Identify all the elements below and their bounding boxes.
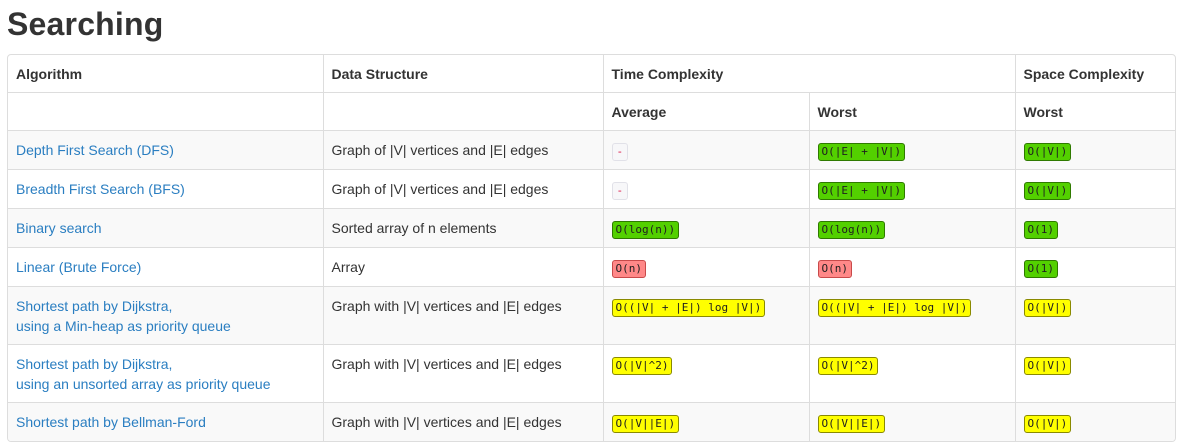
complexity-badge: -: [611, 143, 629, 161]
complexity-badge: -: [611, 182, 629, 200]
algorithm-name-line1: Breadth First Search (BFS): [16, 181, 185, 197]
space-worst-cell: O(1): [1015, 247, 1175, 287]
complexity-badge: O(|V|): [1023, 415, 1072, 433]
header-space-worst: Worst: [1015, 92, 1175, 131]
header-time-complexity: Time Complexity: [603, 55, 1016, 93]
complexity-badge: O(|V|): [1023, 182, 1072, 200]
space-worst-cell: O(1): [1015, 208, 1175, 248]
space-worst-cell: O(|V|): [1015, 344, 1175, 403]
algorithm-cell: Shortest path by Bellman-Ford: [8, 402, 324, 441]
data-structure-cell: Array: [323, 247, 604, 287]
time-average-cell: O(n): [603, 247, 810, 287]
table-body: Depth First Search (DFS) Graph of |V| ver…: [8, 130, 1175, 441]
complexity-badge: O(n): [817, 260, 852, 278]
time-worst-cell: O(|V|^2): [809, 344, 1016, 403]
header-space-complexity: Space Complexity: [1023, 66, 1145, 82]
table-row: Shortest path by Bellman-Ford Graph with …: [8, 402, 1175, 441]
data-structure-cell: Graph with |V| vertices and |E| edges: [323, 402, 604, 441]
time-average-cell: -: [603, 169, 810, 209]
complexity-badge: O(|V|): [1023, 299, 1072, 317]
complexity-badge: O(|V|): [1023, 357, 1072, 375]
algorithm-link[interactable]: Depth First Search (DFS): [16, 142, 174, 158]
header-empty-structure: [323, 92, 604, 131]
algorithm-name-line1: Depth First Search (DFS): [16, 142, 174, 158]
complexity-badge: O((|V| + |E|) log |V|): [611, 299, 766, 317]
header-data-structure: Data Structure: [323, 55, 604, 93]
complexity-badge: O(|V|^2): [611, 357, 673, 375]
complexity-badge: O(|E| + |V|): [817, 182, 905, 200]
algorithm-name-line1: Shortest path by Dijkstra,: [16, 356, 173, 372]
table-row: Shortest path by Dijkstra, using an unsor…: [8, 344, 1175, 403]
time-worst-cell: O(n): [809, 247, 1016, 287]
complexity-badge: O(|V|): [1023, 143, 1072, 161]
algorithm-name-line1: Linear (Brute Force): [16, 259, 142, 275]
table-row: Linear (Brute Force) Array O(n) O(n) O(1): [8, 247, 1175, 287]
complexity-badge: O(1): [1023, 260, 1058, 278]
page-title: Searching: [7, 6, 164, 42]
time-average-cell: O(|V|^2): [603, 344, 810, 403]
complexity-badge: O(1): [1023, 221, 1058, 239]
time-worst-cell: O(|E| + |V|): [809, 169, 1016, 209]
header-row-secondary: Average Worst Worst: [8, 92, 1175, 131]
space-worst-cell: O(|V|): [1015, 402, 1175, 441]
table-header: Algorithm Data Structure Time Complexity…: [8, 55, 1175, 131]
header-time-average: Average: [603, 92, 810, 131]
time-worst-cell: O(|E| + |V|): [809, 130, 1016, 170]
space-worst-cell: O(|V|): [1015, 169, 1175, 209]
complexity-table-container: Algorithm Data Structure Time Complexity…: [7, 54, 1176, 442]
algorithm-cell: Breadth First Search (BFS): [8, 169, 324, 209]
algorithm-link[interactable]: Breadth First Search (BFS): [16, 181, 185, 197]
time-average-cell: O((|V| + |E|) log |V|): [603, 286, 810, 345]
header-row-primary: Algorithm Data Structure Time Complexity…: [8, 55, 1175, 93]
header-empty-algorithm: [8, 92, 324, 131]
algorithm-cell: Shortest path by Dijkstra, using an unsor…: [8, 344, 324, 403]
space-worst-cell: O(|V|): [1015, 130, 1175, 170]
time-average-cell: O(|V||E|): [603, 402, 810, 441]
data-structure-cell: Graph with |V| vertices and |E| edges: [323, 344, 604, 403]
time-worst-cell: O(log(n)): [809, 208, 1016, 248]
algorithm-cell: Depth First Search (DFS): [8, 130, 324, 170]
algorithm-link[interactable]: Shortest path by Bellman-Ford: [16, 414, 206, 430]
table-row: Breadth First Search (BFS) Graph of |V| v…: [8, 169, 1175, 209]
table-row: Shortest path by Dijkstra, using a Min-he…: [8, 286, 1175, 345]
complexity-badge: O(log(n)): [817, 221, 886, 239]
complexity-badge: O(|V||E|): [611, 415, 680, 433]
space-worst-cell: O(|V|): [1015, 286, 1175, 345]
data-structure-cell: Graph of |V| vertices and |E| edges: [323, 169, 604, 209]
algorithm-link[interactable]: Shortest path by Dijkstra, using a Min-he…: [16, 298, 231, 334]
complexity-badge: O((|V| + |E|) log |V|): [817, 299, 972, 317]
algorithm-cell: Shortest path by Dijkstra, using a Min-he…: [8, 286, 324, 345]
algorithm-name-line2: using an unsorted array as priority queu…: [16, 376, 271, 392]
complexity-badge: O(n): [611, 260, 646, 278]
algorithm-cell: Linear (Brute Force): [8, 247, 324, 287]
algorithm-name-line1: Shortest path by Bellman-Ford: [16, 414, 206, 430]
header-time-worst: Worst: [809, 92, 1016, 131]
algorithm-cell: Binary search: [8, 208, 324, 248]
data-structure-cell: Graph with |V| vertices and |E| edges: [323, 286, 604, 345]
complexity-badge: O(|E| + |V|): [817, 143, 905, 161]
algorithm-link[interactable]: Binary search: [16, 220, 102, 236]
header-algorithm: Algorithm: [8, 55, 324, 93]
time-worst-cell: O((|V| + |E|) log |V|): [809, 286, 1016, 345]
algorithm-link[interactable]: Linear (Brute Force): [16, 259, 141, 275]
time-worst-cell: O(|V||E|): [809, 402, 1016, 441]
algorithm-name-line1: Shortest path by Dijkstra,: [16, 298, 173, 314]
time-average-cell: -: [603, 130, 810, 170]
table-row: Binary search Sorted array of n elements O…: [8, 208, 1175, 248]
complexity-badge: O(|V||E|): [817, 415, 886, 433]
complexity-badge: O(log(n)): [611, 221, 680, 239]
algorithm-link[interactable]: Shortest path by Dijkstra, using an unsor…: [16, 356, 270, 392]
searching-complexity-table: Algorithm Data Structure Time Complexity…: [8, 55, 1175, 441]
algorithm-name-line2: using a Min-heap as priority queue: [16, 318, 231, 334]
time-average-cell: O(log(n)): [603, 208, 810, 248]
page: Searching Algorithm Data Structure Time …: [0, 0, 1185, 442]
data-structure-cell: Sorted array of n elements: [323, 208, 604, 248]
complexity-badge: O(|V|^2): [817, 357, 879, 375]
table-row: Depth First Search (DFS) Graph of |V| ver…: [8, 130, 1175, 170]
algorithm-name-line1: Binary search: [16, 220, 102, 236]
data-structure-cell: Graph of |V| vertices and |E| edges: [323, 130, 604, 170]
